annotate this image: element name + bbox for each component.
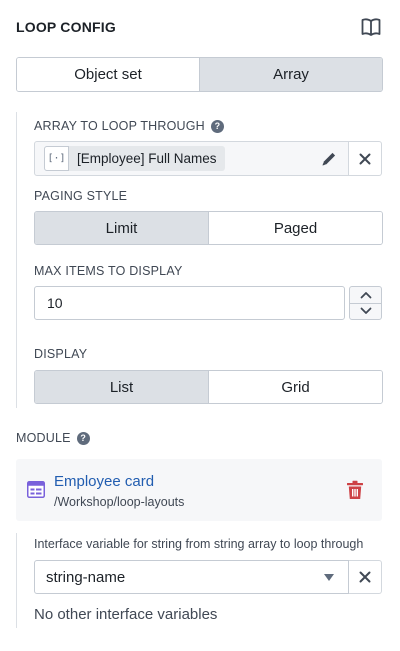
array-variable-icon: [·] <box>44 146 69 171</box>
pencil-icon[interactable] <box>320 150 338 168</box>
caret-down-icon <box>324 574 334 581</box>
panel-title: LOOP CONFIG <box>16 19 116 35</box>
option-array[interactable]: Array <box>199 58 382 91</box>
paging-style-toggle: Limit Paged <box>34 211 383 245</box>
module-name-link[interactable]: Employee card <box>54 473 154 490</box>
panel-header: LOOP CONFIG <box>16 14 382 40</box>
increment-button[interactable] <box>350 287 381 303</box>
interface-variable-label: Interface variable for string from strin… <box>34 537 364 551</box>
help-icon[interactable]: ? <box>210 119 224 133</box>
display-label-text: DISPLAY <box>34 347 88 361</box>
option-grid[interactable]: Grid <box>208 371 382 403</box>
chevron-up-icon <box>360 291 371 299</box>
section-indent-line <box>16 112 17 408</box>
display-label: DISPLAY <box>34 347 87 361</box>
module-label-text: MODULE <box>16 431 71 445</box>
paging-label-text: PAGING STYLE <box>34 189 128 203</box>
paging-label: PAGING STYLE <box>34 189 127 203</box>
clear-array-button[interactable] <box>349 141 382 176</box>
array-value-text: [Employee] Full Names <box>77 151 217 166</box>
no-other-variables-text: No other interface variables <box>34 606 218 623</box>
close-icon <box>359 153 371 164</box>
module-label: MODULE ? <box>16 431 90 445</box>
array-value-tag: [·] [Employee] Full Names <box>44 146 225 171</box>
module-path: /Workshop/loop-layouts <box>54 495 185 509</box>
close-icon <box>359 571 371 583</box>
max-items-input[interactable]: 10 <box>34 286 345 320</box>
clear-interface-button[interactable] <box>349 560 382 594</box>
option-object-set[interactable]: Object set <box>17 58 199 91</box>
max-items-label-text: MAX ITEMS TO DISPLAY <box>34 264 183 278</box>
max-items-stepper <box>349 286 382 320</box>
interface-variable-select[interactable]: string-name <box>34 560 349 594</box>
array-label-text: ARRAY TO LOOP THROUGH <box>34 119 205 133</box>
display-toggle: List Grid <box>34 370 383 404</box>
decrement-button[interactable] <box>350 302 381 320</box>
array-field[interactable]: [·] [Employee] Full Names <box>34 141 349 176</box>
layout-icon <box>27 481 45 498</box>
source-type-toggle: Object set Array <box>16 57 383 92</box>
option-limit[interactable]: Limit <box>35 212 208 244</box>
max-items-label: MAX ITEMS TO DISPLAY <box>34 264 182 278</box>
chevron-down-icon <box>360 307 371 315</box>
module-card: Employee card /Workshop/loop-layouts <box>16 459 382 521</box>
interface-variable-value: string-name <box>46 568 126 586</box>
interface-indent-line <box>16 533 17 628</box>
option-list[interactable]: List <box>35 371 208 403</box>
array-label: ARRAY TO LOOP THROUGH ? <box>34 119 224 133</box>
book-icon[interactable] <box>360 17 382 37</box>
trash-icon[interactable] <box>346 480 364 500</box>
option-paged[interactable]: Paged <box>208 212 382 244</box>
help-icon[interactable]: ? <box>76 431 90 445</box>
